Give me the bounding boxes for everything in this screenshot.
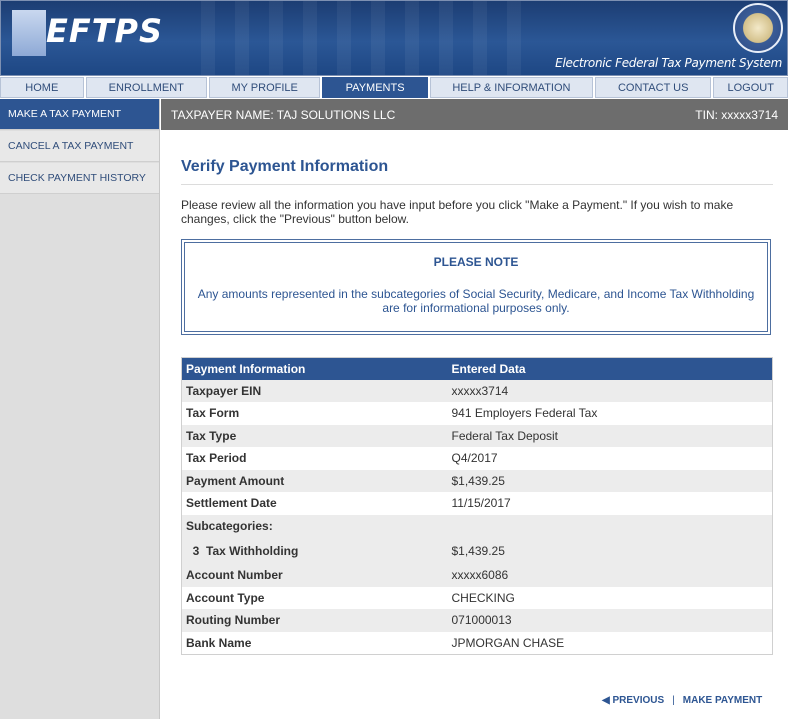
previous-label: PREVIOUS [612, 695, 665, 706]
table-row: Account Number xxxxx6086 [181, 564, 773, 587]
row-label: Tax Form [186, 406, 240, 421]
row-label: Account Type [186, 590, 265, 605]
table-header-row: Payment Information Entered Data [181, 357, 773, 380]
sidebar-item-make-payment[interactable]: MAKE A TAX PAYMENT [0, 99, 159, 130]
row-value: xxxxx6086 [447, 564, 773, 587]
taxpayer-tin: TIN: xxxxx3714 [695, 107, 778, 122]
taxpayer-name: TAXPAYER NAME: TAJ SOLUTIONS LLC [171, 107, 396, 122]
intro-text: Please review all the information you ha… [181, 198, 734, 226]
row-value [447, 514, 773, 537]
tab-enrollment[interactable]: ENROLLMENT [85, 77, 207, 98]
header-banner: EFTPS Electronic Federal Tax Payment Sys… [0, 0, 788, 76]
row-value: Q4/2017 [451, 451, 498, 466]
table-row: Tax Period Q4/2017 [182, 447, 773, 470]
header-entered-data: Entered Data [447, 357, 773, 380]
row-value: CHECKING [451, 590, 515, 605]
row-label: Bank Name [186, 635, 252, 650]
tab-help-information[interactable]: HELP & INFORMATION [429, 77, 593, 98]
row-value: 071000013 [447, 609, 773, 632]
row-value: xxxxx3714 [447, 379, 773, 402]
payment-info-table: Payment Information Entered Data Taxpaye… [181, 357, 773, 655]
row-label: Routing Number [181, 609, 448, 632]
row-label: Settlement Date [186, 496, 277, 511]
sidebar-item-cancel-payment[interactable]: CANCEL A TAX PAYMENT [0, 131, 159, 162]
table-row: Account Type CHECKING [182, 587, 773, 610]
note-title: PLEASE NOTE [433, 255, 519, 269]
eftps-logo[interactable]: EFTPS [12, 10, 182, 56]
table-row: Tax Type Federal Tax Deposit [181, 424, 773, 447]
sidebar-item-payment-history[interactable]: CHECK PAYMENT HISTORY [0, 163, 159, 194]
row-value: $1,439.25 [447, 469, 773, 492]
treasury-seal-icon [733, 3, 783, 53]
taxpayer-bar: TAXPAYER NAME: TAJ SOLUTIONS LLC TIN: xx… [161, 99, 788, 130]
sidebar: MAKE A TAX PAYMENT CANCEL A TAX PAYMENT … [0, 99, 160, 719]
make-payment-button[interactable]: MAKE PAYMENT [683, 695, 762, 706]
tagline: Electronic Federal Tax Payment System [555, 56, 782, 70]
table-row: Tax Form 941 Employers Federal Tax [182, 402, 773, 425]
previous-button[interactable]: ◀ PREVIOUS [602, 695, 664, 706]
table-row: Bank Name JPMORGAN CHASE [182, 632, 773, 655]
row-value: JPMORGAN CHASE [451, 635, 565, 650]
table-row: Payment Amount $1,439.25 [181, 469, 773, 492]
arrow-left-icon: ◀ [602, 695, 610, 706]
action-separator: | [672, 695, 675, 706]
top-navigation: HOME ENROLLMENT MY PROFILE PAYMENTS HELP… [0, 76, 788, 98]
note-box: PLEASE NOTE Any amounts represented in t… [181, 239, 771, 335]
row-label: Payment Amount [181, 469, 448, 492]
tab-logout[interactable]: LOGOUT [713, 77, 788, 98]
logo-text: EFTPS [46, 12, 164, 50]
row-label: Account Number [181, 564, 448, 587]
banner-background [201, 1, 521, 75]
note-text: Any amounts represented in the subcatego… [197, 287, 755, 315]
table-row: 3 Tax Withholding $1,439.25 [181, 537, 773, 564]
make-payment-label: MAKE PAYMENT [682, 695, 763, 706]
table-row: Routing Number 071000013 [181, 609, 773, 632]
row-label: Taxpayer EIN [181, 379, 448, 402]
tab-home[interactable]: HOME [0, 77, 84, 98]
logo-tile [12, 10, 46, 56]
page-title: Verify Payment Information [181, 158, 773, 185]
main-content: Verify Payment Information Please review… [181, 130, 773, 655]
row-value: $1,439.25 [447, 537, 773, 564]
row-label: Subcategories: [181, 514, 448, 537]
table-row: Taxpayer EIN xxxxx3714 [181, 379, 773, 402]
note-inner: PLEASE NOTE Any amounts represented in t… [184, 242, 768, 332]
header-payment-information: Payment Information [181, 357, 448, 380]
tab-contact-us[interactable]: CONTACT US [594, 77, 712, 98]
tab-my-profile[interactable]: MY PROFILE [208, 77, 321, 98]
row-label: 3 Tax Withholding [181, 537, 448, 564]
row-value: Federal Tax Deposit [447, 424, 773, 447]
table-row: Settlement Date 11/15/2017 [182, 492, 773, 515]
row-value: 11/15/2017 [451, 496, 511, 511]
row-label: Tax Period [186, 451, 247, 466]
row-label: Tax Type [181, 424, 448, 447]
tab-payments[interactable]: PAYMENTS [322, 77, 428, 98]
action-bar: ◀ PREVIOUS | MAKE PAYMENT [602, 695, 762, 706]
row-value: 941 Employers Federal Tax [451, 406, 598, 421]
table-row: Subcategories: [181, 514, 773, 537]
